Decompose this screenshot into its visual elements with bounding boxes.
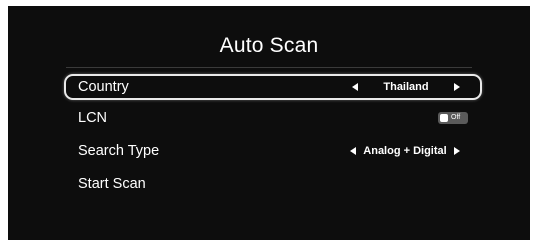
search-type-label: Search Type (78, 143, 160, 159)
page-title: Auto Scan (219, 34, 319, 57)
toggle-knob (440, 114, 448, 122)
right-arrow-icon[interactable] (454, 83, 460, 91)
search-type-selector[interactable]: Analog + Digital (350, 145, 460, 157)
lcn-toggle[interactable]: Off (438, 112, 468, 124)
menu-row-start-scan[interactable]: Start Scan (64, 171, 482, 197)
title-divider (66, 67, 472, 68)
country-label: Country (78, 79, 129, 95)
search-type-value: Analog + Digital (363, 145, 447, 157)
tv-screen: Auto Scan Country Thailand LCN Off Searc… (8, 6, 530, 240)
start-scan-label: Start Scan (78, 176, 146, 192)
menu-row-search-type[interactable]: Search Type Analog + Digital (64, 138, 482, 164)
lcn-label: LCN (78, 110, 108, 126)
toggle-state-text: Off (451, 114, 461, 121)
right-arrow-icon[interactable] (454, 147, 460, 155)
country-selector[interactable]: Thailand (352, 81, 460, 93)
menu-row-country[interactable]: Country Thailand (64, 74, 482, 100)
country-value: Thailand (383, 81, 429, 93)
menu-row-lcn[interactable]: LCN Off (64, 105, 482, 131)
